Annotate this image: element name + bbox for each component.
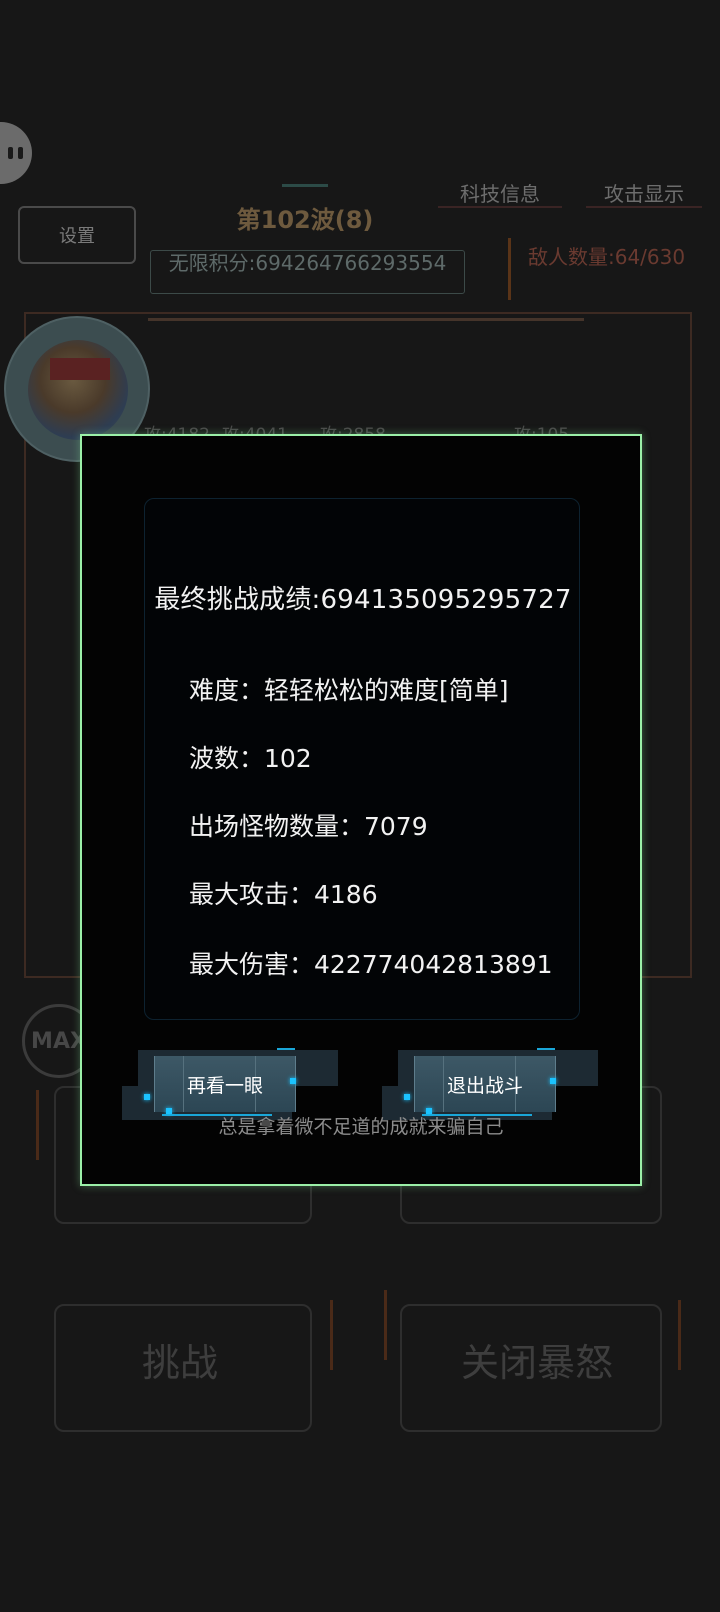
orange-indicator (384, 1290, 387, 1360)
arena-top-bar (148, 318, 584, 321)
wave-title: 第102波(8) (236, 206, 374, 234)
max-damage-stat: 最大伤害：422774042813891 (189, 950, 553, 979)
settings-button[interactable]: 设置 (18, 206, 136, 264)
result-dialog: 最终挑战成绩:694135095295727 难度：轻轻松松的难度[简单] 波数… (80, 434, 642, 1186)
infinite-score: 无限积分:694264766293554 (150, 250, 465, 294)
orange-indicator (330, 1300, 333, 1370)
pause-icon (7, 147, 23, 159)
enemy-count: 敌人数量:64/630 (528, 245, 686, 269)
review-button[interactable]: 再看一眼 (122, 1046, 338, 1122)
wave-decoration (282, 184, 328, 187)
stats-panel: 最终挑战成绩:694135095295727 难度：轻轻松松的难度[简单] 波数… (144, 498, 580, 1020)
max-attack-stat: 最大攻击：4186 (189, 880, 378, 909)
taunt-message: 总是拿着微不足道的成就来骗自己 (218, 1116, 504, 1138)
difficulty-stat: 难度：轻轻松松的难度[简单] (189, 676, 509, 705)
final-score: 最终挑战成绩:694135095295727 (154, 585, 572, 615)
orange-indicator (36, 1090, 39, 1160)
review-button-label: 再看一眼 (186, 1074, 263, 1097)
exit-battle-button[interactable]: 退出战斗 (382, 1046, 598, 1122)
orange-indicator (678, 1300, 681, 1370)
tech-info-button[interactable]: 科技信息 (438, 178, 562, 208)
enemy-count-divider (508, 238, 511, 300)
challenge-label: 挑战 (141, 1341, 218, 1385)
monsters-stat: 出场怪物数量：7079 (189, 812, 428, 841)
exit-battle-button-label: 退出战斗 (446, 1074, 523, 1097)
attack-display-button[interactable]: 攻击显示 (586, 178, 702, 208)
close-rage-label: 关闭暴怒 (460, 1341, 613, 1385)
waves-stat: 波数：102 (189, 744, 312, 773)
